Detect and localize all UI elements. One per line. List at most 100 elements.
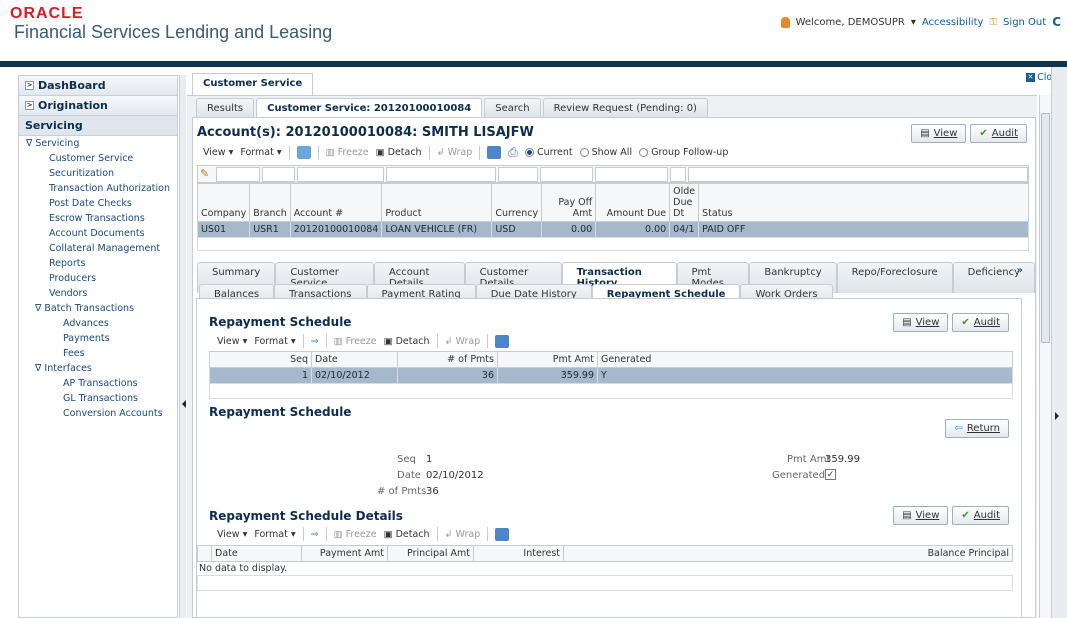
col-header[interactable]: Olde Due Dt xyxy=(669,183,700,222)
sidebar-item[interactable]: GL Transactions xyxy=(19,391,177,406)
col-seq[interactable]: Seq xyxy=(209,351,312,368)
radio-group-follow-up[interactable]: Group Follow-up xyxy=(639,147,728,158)
sidebar-item[interactable]: Securitization xyxy=(19,166,177,181)
col-interest[interactable]: Interest xyxy=(473,545,564,562)
sidebar-item[interactable]: Collateral Management xyxy=(19,241,177,256)
clear-filter-icon[interactable]: ✎ xyxy=(200,167,209,180)
tab-results[interactable]: Results xyxy=(196,98,255,118)
left-splitter[interactable] xyxy=(179,75,186,618)
col-header[interactable]: Branch xyxy=(249,183,291,222)
filter-account[interactable] xyxy=(297,167,384,182)
sidebar-item[interactable]: Account Documents xyxy=(19,226,177,241)
tab-review-request[interactable]: Review Request (Pending: 0) xyxy=(542,98,708,118)
view-menu[interactable]: View ▾ xyxy=(217,336,247,347)
search-icon[interactable]: C xyxy=(1052,15,1061,29)
accessibility-link[interactable]: Accessibility xyxy=(922,17,984,28)
col-header[interactable]: Pay Off Amt xyxy=(541,183,597,222)
filter-status[interactable] xyxy=(688,167,1028,182)
batch-group[interactable]: ∇ Batch Transactions xyxy=(19,301,177,316)
sidebar-item[interactable]: Transaction Authorization xyxy=(19,181,177,196)
col-pmt-amt[interactable]: Pmt Amt xyxy=(497,351,598,368)
expand-right-icon[interactable] xyxy=(1055,412,1059,420)
wrap-button[interactable]: ↲ Wrap xyxy=(437,147,473,158)
detach-button[interactable]: ▣ Detach xyxy=(376,147,422,158)
more-tabs-icon[interactable]: » xyxy=(1017,265,1023,276)
freeze-button[interactable]: ▥ Freeze xyxy=(334,529,377,540)
audit-button[interactable]: ✔ Audit xyxy=(970,124,1027,143)
interfaces-group[interactable]: ∇ Interfaces xyxy=(19,361,177,376)
radio-show-all[interactable]: Show All xyxy=(579,147,632,158)
audit-button[interactable]: ✔ Audit xyxy=(952,506,1009,525)
table-row[interactable]: 1 02/10/2012 36 359.99 Y xyxy=(209,367,1013,384)
sidebar-item[interactable]: Post Date Checks xyxy=(19,196,177,211)
detach-button[interactable]: ▣ Detach xyxy=(384,529,430,540)
origination-accordion[interactable]: > Origination xyxy=(19,96,177,116)
wrap-button[interactable]: ↲ Wrap xyxy=(445,529,481,540)
view-button[interactable]: ▤ View xyxy=(911,124,967,143)
print-icon[interactable]: ⎙ xyxy=(508,145,518,160)
filter-branch[interactable] xyxy=(262,167,295,182)
col-header[interactable]: Company xyxy=(196,183,251,222)
sidebar-item[interactable]: Customer Service xyxy=(19,151,177,166)
filter-currency[interactable] xyxy=(498,167,538,182)
servicing-group[interactable]: ∇ Servicing xyxy=(19,136,177,151)
sidebar-item[interactable]: Producers xyxy=(19,271,177,286)
sidebar-item[interactable]: AP Transactions xyxy=(19,376,177,391)
view-button[interactable]: ▤ View xyxy=(893,506,949,525)
format-menu[interactable]: Format ▾ xyxy=(254,336,295,347)
tab-customer-service-account[interactable]: Customer Service: 20120100010084 xyxy=(256,98,483,118)
col-header[interactable]: Amount Due xyxy=(595,183,671,222)
filter-amount-due[interactable] xyxy=(595,167,668,182)
refresh-icon[interactable] xyxy=(495,334,510,348)
refresh-icon[interactable] xyxy=(495,527,510,541)
filter-company[interactable] xyxy=(216,167,260,182)
radio-current[interactable]: Current xyxy=(524,147,573,158)
sidebar-item[interactable]: Payments xyxy=(19,331,177,346)
tab-search[interactable]: Search xyxy=(484,98,541,118)
right-splitter[interactable] xyxy=(1051,67,1067,618)
tab-customer-service[interactable]: Customer Service xyxy=(192,73,314,95)
filter-due-dt[interactable] xyxy=(670,167,686,182)
sidebar-item[interactable]: Fees xyxy=(19,346,177,361)
col-header[interactable]: Product xyxy=(381,183,493,222)
view-menu[interactable]: View ▾ xyxy=(203,147,233,158)
col-date[interactable]: Date xyxy=(311,351,398,368)
detach-button[interactable]: ▣ Detach xyxy=(384,336,430,347)
col-header[interactable]: Status xyxy=(698,183,1029,222)
collapse-left-icon[interactable] xyxy=(182,400,186,408)
servicing-accordion[interactable]: Servicing xyxy=(19,116,177,136)
sign-out-link[interactable]: Sign Out xyxy=(1003,17,1046,28)
export-icon[interactable] xyxy=(296,146,311,159)
sidebar-item[interactable]: Advances xyxy=(19,316,177,331)
export-icon[interactable]: ⇒ xyxy=(311,529,319,540)
wrap-button[interactable]: ↲ Wrap xyxy=(445,336,481,347)
audit-button[interactable]: ✔ Audit xyxy=(952,313,1009,332)
col-pmts[interactable]: # of Pmts xyxy=(397,351,498,368)
welcome-user[interactable]: Welcome, DEMOSUPR xyxy=(796,17,905,28)
col-generated[interactable]: Generated xyxy=(597,351,1013,368)
filter-payoff[interactable] xyxy=(540,167,593,182)
sidebar-item[interactable]: Reports xyxy=(19,256,177,271)
col-date[interactable]: Date xyxy=(211,545,302,562)
dashboard-accordion[interactable]: > DashBoard xyxy=(19,76,177,96)
return-button[interactable]: ⇦ Return xyxy=(945,419,1009,438)
col-payment-amt[interactable]: Payment Amt xyxy=(301,545,388,562)
filter-product[interactable] xyxy=(386,167,496,182)
freeze-button[interactable]: ▥ Freeze xyxy=(334,336,377,347)
col-header[interactable]: Currency xyxy=(491,183,543,222)
tab-repo-foreclosure[interactable]: Repo/Foreclosure xyxy=(836,262,953,293)
sidebar-item[interactable]: Vendors xyxy=(19,286,177,301)
view-menu[interactable]: View ▾ xyxy=(217,529,247,540)
export-icon[interactable]: ⇒ xyxy=(311,336,319,347)
col-balance-principal[interactable]: Balance Principal xyxy=(563,545,1013,562)
freeze-button[interactable]: ▥ Freeze xyxy=(326,147,369,158)
view-button[interactable]: ▤ View xyxy=(893,313,949,332)
format-menu[interactable]: Format ▾ xyxy=(240,147,281,158)
table-row[interactable]: US01 USR1 20120100010084 LOAN VEHICLE (FR) U… xyxy=(196,221,1029,238)
sidebar-item[interactable]: Conversion Accounts xyxy=(19,406,177,421)
col-principal-amt[interactable]: Principal Amt xyxy=(387,545,474,562)
col-header[interactable]: Account # xyxy=(289,183,383,222)
format-menu[interactable]: Format ▾ xyxy=(254,529,295,540)
chevron-down-icon[interactable]: ▾ xyxy=(911,17,916,28)
scrollbar-thumb[interactable] xyxy=(1041,113,1050,343)
